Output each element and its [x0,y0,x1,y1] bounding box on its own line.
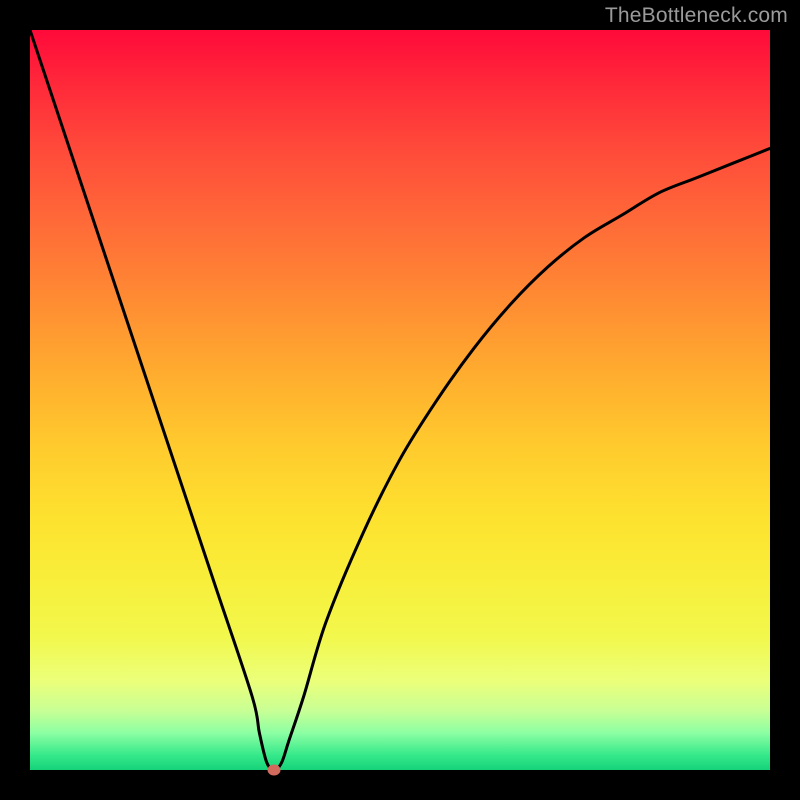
curve-svg [30,30,770,770]
plot-area [30,30,770,770]
bottleneck-curve [30,30,770,770]
chart-frame: TheBottleneck.com [0,0,800,800]
minimum-marker [268,765,281,776]
watermark-text: TheBottleneck.com [605,4,788,28]
